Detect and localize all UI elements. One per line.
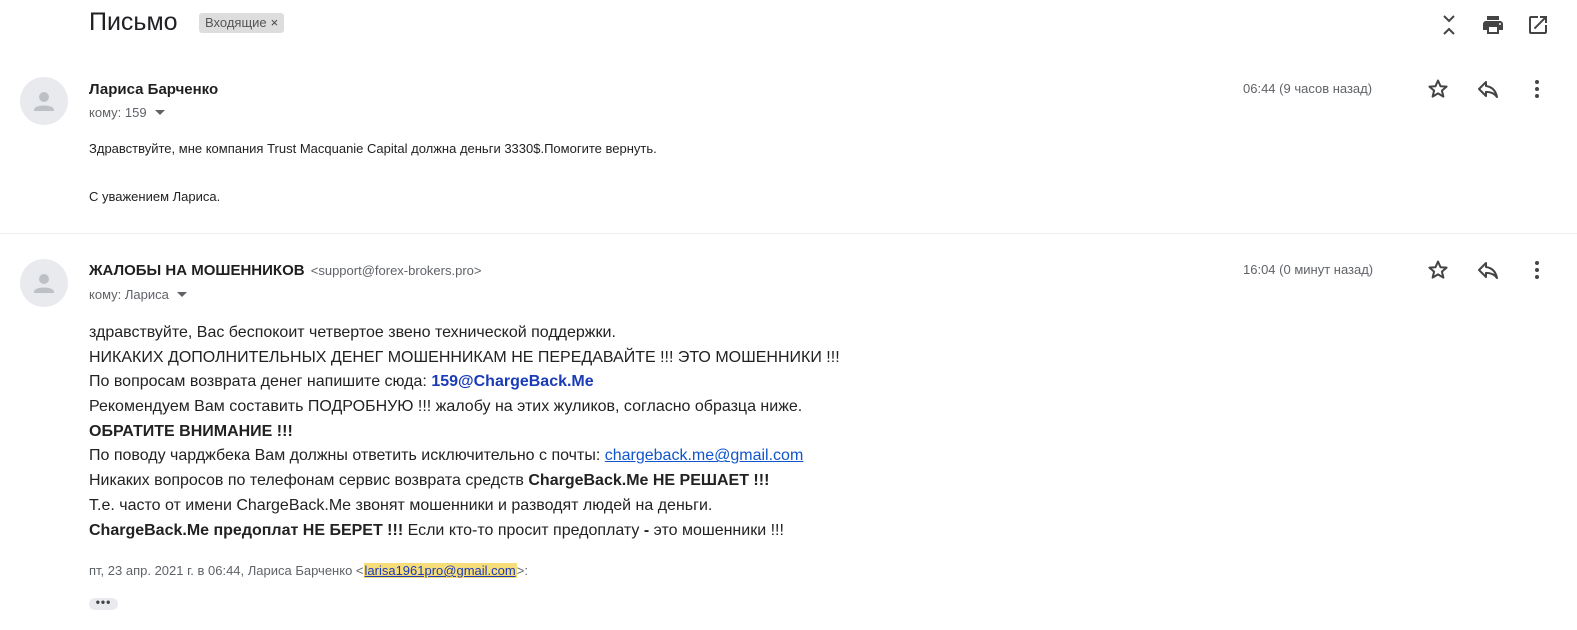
body-line: По вопросам возврата денег напишите сюда… <box>89 370 840 395</box>
star-icon[interactable] <box>1426 258 1450 282</box>
email-link[interactable]: chargeback.me@gmail.com <box>605 447 804 464</box>
body-bold-text: ChargeBack.Me предоплат НЕ БЕРЕТ !!! <box>89 521 404 539</box>
label-chip-inbox[interactable]: Входящие × <box>199 13 285 33</box>
body-text: По вопросам возврата денег напишите сюда… <box>89 373 432 391</box>
contact-email: 159@ChargeBack.Me <box>431 373 594 391</box>
body-bold-text: ChargeBack.Me НЕ РЕШАЕТ !!! <box>528 472 770 490</box>
open-in-new-window-icon[interactable] <box>1526 13 1550 37</box>
print-icon[interactable] <box>1481 13 1505 37</box>
body-line: НИКАКИХ ДОПОЛНИТЕЛЬНЫХ ДЕНЕГ МОШЕННИКАМ … <box>89 348 840 366</box>
message-time: 16:04 (0 минут назад) <box>1243 262 1374 277</box>
quoted-header-prefix: пт, 23 апр. 2021 г. в 06:44, Лариса Барч… <box>89 563 364 578</box>
show-details-icon[interactable] <box>154 110 165 115</box>
email-subject: Письмо <box>89 8 178 36</box>
quoted-sender-email[interactable]: larisa1961pro@gmail.com <box>363 563 517 578</box>
body-line-bold: ОБРАТИТЕ ВНИМАНИЕ !!! <box>89 422 293 440</box>
body-line: По поводу чарджбека Вам должны ответить … <box>89 444 840 469</box>
quoted-header-suffix: >: <box>516 563 528 578</box>
message-body-line: С уважением Лариса. <box>89 189 221 204</box>
message-body: здравствуйте, Вас беспокоит четвертое зв… <box>89 321 840 543</box>
quoted-header: пт, 23 апр. 2021 г. в 06:44, Лариса Барч… <box>89 563 528 578</box>
show-trimmed-content-button[interactable]: ••• <box>89 596 118 610</box>
body-text: Никаких вопросов по телефонам сервис воз… <box>89 472 529 490</box>
body-line: ChargeBack.Me предоплат НЕ БЕРЕТ !!! Есл… <box>89 519 840 544</box>
reply-icon[interactable] <box>1476 77 1500 101</box>
body-text: По поводу чарджбека Вам должны ответить … <box>89 447 605 465</box>
recipients-line[interactable]: кому: Лариса <box>89 287 187 302</box>
recipients-text: кому: 159 <box>89 105 147 120</box>
body-line: здравствуйте, Вас беспокоит четвертое зв… <box>89 324 616 341</box>
body-line: Никаких вопросов по телефонам сервис воз… <box>89 469 840 494</box>
show-details-icon[interactable] <box>176 292 187 297</box>
message-divider <box>0 233 1577 234</box>
reply-icon[interactable] <box>1476 258 1500 282</box>
more-options-icon[interactable] <box>1525 77 1549 101</box>
expand-collapse-icon[interactable] <box>1437 13 1461 37</box>
recipients-text: кому: Лариса <box>89 287 169 302</box>
remove-label-icon[interactable]: × <box>271 13 279 33</box>
label-chip-text: Входящие <box>205 15 267 30</box>
sender-avatar[interactable] <box>20 77 68 125</box>
sender-name-text: ЖАЛОБЫ НА МОШЕННИКОВ <box>89 262 305 279</box>
sender-name[interactable]: ЖАЛОБЫ НА МОШЕННИКОВ <support@forex-brok… <box>89 262 481 279</box>
subject-row: Письмо Входящие × <box>0 0 1577 50</box>
sender-name[interactable]: Лариса Барченко <box>89 81 218 98</box>
sender-name-text: Лариса Барченко <box>89 81 219 98</box>
body-line: Рекомендуем Вам составить ПОДРОБНУЮ !!! … <box>89 398 803 416</box>
message-time: 06:44 (9 часов назад) <box>1243 81 1373 96</box>
recipients-line[interactable]: кому: 159 <box>89 105 165 120</box>
body-line: Т.е. часто от имени ChargeBack.Me звонят… <box>89 496 713 514</box>
more-options-icon[interactable] <box>1525 258 1549 282</box>
sender-email: <support@forex-brokers.pro> <box>310 263 482 278</box>
sender-avatar[interactable] <box>20 259 68 307</box>
message-body-line: Здравствуйте, мне компания Trust Macquan… <box>89 141 657 156</box>
body-text: Если кто-то просит предоплату <box>403 521 644 539</box>
body-text: это мошенники !!! <box>649 521 784 539</box>
star-icon[interactable] <box>1426 77 1450 101</box>
